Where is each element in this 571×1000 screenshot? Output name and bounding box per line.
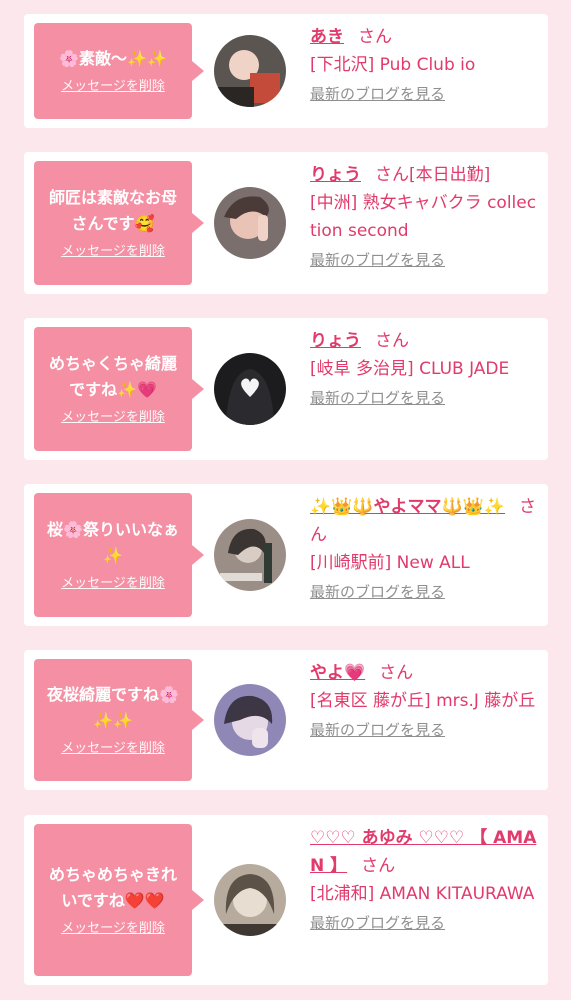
avatar[interactable] [214, 35, 286, 107]
sender-info: ♡♡♡ あゆみ ♡♡♡ 【 AMAN 】さん [北浦和] AMAN KITAUR… [310, 824, 542, 934]
sender-info: りょう さん [岐阜 多治見] CLUB JADE 最新のブログを見る [310, 327, 542, 409]
message-text: 桜🌸祭りいいなぁ✨ [47, 520, 179, 565]
message-card: めちゃめちゃきれいですね❤️❤️ メッセージを削除 ♡♡♡ あゆみ ♡♡♡ 【 … [24, 815, 548, 985]
sender-name-link[interactable]: ♡♡♡ あゆみ ♡♡♡ 【 AMAN 】 [310, 828, 536, 876]
avatar[interactable] [214, 684, 286, 756]
avatar[interactable] [214, 353, 286, 425]
message-card: めちゃくちゃ綺麗ですね✨💗 メッセージを削除 りょう さん [岐阜 多治見] CL… [24, 318, 548, 460]
sender-info: りょう さん[本日出勤] [中洲] 熟女キャバクラ collection seco… [310, 161, 542, 271]
sender-row: ♡♡♡ あゆみ ♡♡♡ 【 AMAN 】さん [310, 824, 542, 880]
message-bubble: めちゃくちゃ綺麗ですね✨💗 メッセージを削除 [34, 327, 204, 451]
latest-blog-link[interactable]: 最新のブログを見る [310, 581, 542, 603]
delete-message-link[interactable]: メッセージを削除 [61, 575, 165, 593]
sender-name-link[interactable]: あき [310, 27, 344, 47]
sender-row: やよ💗 さん [310, 659, 542, 687]
avatar-image [214, 684, 286, 756]
delete-message-link[interactable]: メッセージを削除 [61, 409, 165, 427]
shop-name: [下北沢] Pub Club io [310, 55, 476, 75]
sender-row: ✨👑🔱やよママ🔱👑✨ さん [310, 493, 542, 549]
avatar-image [214, 519, 286, 591]
message-card: 🌸素敵〜✨✨ メッセージを削除 あき さん [下北沢] Pub Club io 最… [24, 14, 548, 128]
message-text: 🌸素敵〜✨✨ [59, 49, 167, 68]
message-card: 師匠は素敵なお母さんです🥰 メッセージを削除 りょう さん[本日出勤] [中洲] … [24, 152, 548, 294]
message-list: 🌸素敵〜✨✨ メッセージを削除 あき さん [下北沢] Pub Club io 最… [0, 0, 571, 1000]
delete-message-link[interactable]: メッセージを削除 [61, 740, 165, 758]
shop-name: [岐阜 多治見] CLUB JADE [310, 359, 510, 379]
message-card: 夜桜綺麗ですね🌸✨✨ メッセージを削除 やよ💗 さん [名東区 藤が丘] mrs.… [24, 650, 548, 790]
delete-message-link[interactable]: メッセージを削除 [61, 920, 165, 938]
message-bubble: 🌸素敵〜✨✨ メッセージを削除 [34, 23, 204, 119]
latest-blog-link[interactable]: 最新のブログを見る [310, 249, 542, 271]
honorific: さん [375, 331, 409, 351]
delete-message-link[interactable]: メッセージを削除 [61, 78, 165, 96]
avatar-image [214, 35, 286, 107]
status-text: [本日出勤] [409, 165, 491, 185]
sender-row: りょう さん[本日出勤] [310, 161, 542, 189]
avatar-image [214, 353, 286, 425]
latest-blog-link[interactable]: 最新のブログを見る [310, 387, 542, 409]
message-bubble: 夜桜綺麗ですね🌸✨✨ メッセージを削除 [34, 659, 204, 781]
sender-row: りょう さん [310, 327, 542, 355]
honorific: さん [361, 856, 396, 876]
sender-info: やよ💗 さん [名東区 藤が丘] mrs.J 藤が丘 最新のブログを見る [310, 659, 542, 741]
message-text: めちゃくちゃ綺麗ですね✨💗 [48, 354, 177, 399]
avatar-image [214, 187, 286, 259]
latest-blog-link[interactable]: 最新のブログを見る [310, 719, 542, 741]
sender-info: あき さん [下北沢] Pub Club io 最新のブログを見る [310, 23, 542, 105]
sender-name-link[interactable]: りょう [310, 331, 361, 351]
message-text: 夜桜綺麗ですね🌸✨✨ [47, 685, 179, 730]
message-card: 桜🌸祭りいいなぁ✨ メッセージを削除 ✨👑🔱やよママ🔱👑✨ さん [川崎駅前] N… [24, 484, 548, 626]
honorific: さん [379, 663, 414, 683]
latest-blog-link[interactable]: 最新のブログを見る [310, 912, 542, 934]
delete-message-link[interactable]: メッセージを削除 [61, 243, 165, 261]
shop-name: [北浦和] AMAN KITAURAWA [310, 884, 535, 904]
message-bubble: 桜🌸祭りいいなぁ✨ メッセージを削除 [34, 493, 204, 617]
sender-row: あき さん [310, 23, 542, 51]
sender-info: ✨👑🔱やよママ🔱👑✨ さん [川崎駅前] New ALL 最新のブログを見る [310, 493, 542, 603]
sender-name-link[interactable]: りょう [310, 165, 361, 185]
shop-name: [中洲] 熟女キャバクラ collection second [310, 193, 537, 241]
shop-name: [川崎駅前] New ALL [310, 553, 470, 573]
honorific: さん [375, 165, 409, 185]
message-text: 師匠は素敵なお母さんです🥰 [48, 188, 177, 233]
sender-name-link[interactable]: やよ💗 [310, 663, 365, 683]
message-text: めちゃめちゃきれいですね❤️❤️ [48, 865, 177, 910]
latest-blog-link[interactable]: 最新のブログを見る [310, 83, 542, 105]
honorific: さん [358, 27, 392, 47]
sender-name-link[interactable]: ✨👑🔱やよママ🔱👑✨ [310, 497, 505, 517]
shop-name: [名東区 藤が丘] mrs.J 藤が丘 [310, 691, 536, 711]
avatar-image [214, 864, 286, 936]
avatar[interactable] [214, 187, 286, 259]
avatar[interactable] [214, 864, 286, 936]
avatar[interactable] [214, 519, 286, 591]
message-bubble: めちゃめちゃきれいですね❤️❤️ メッセージを削除 [34, 824, 204, 976]
message-bubble: 師匠は素敵なお母さんです🥰 メッセージを削除 [34, 161, 204, 285]
